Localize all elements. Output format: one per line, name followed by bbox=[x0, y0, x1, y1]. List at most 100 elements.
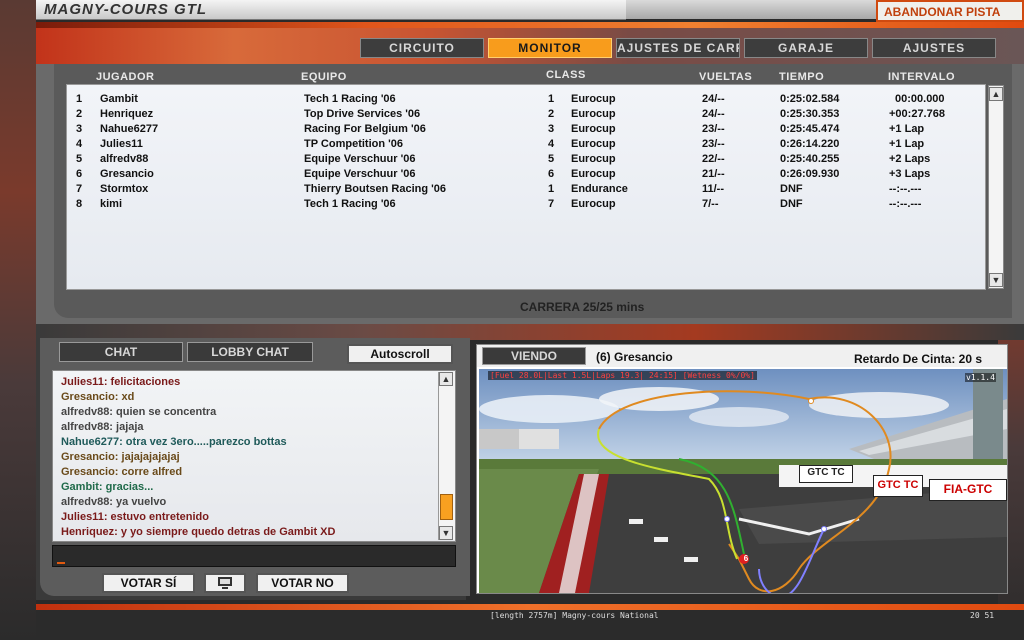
monitor-button[interactable] bbox=[204, 573, 246, 593]
column-header-tiempo: TIEMPO bbox=[779, 71, 825, 83]
chat-message: Gresancio: xd bbox=[61, 391, 135, 403]
tab-label: MONITOR bbox=[518, 41, 582, 55]
class-position: 2 bbox=[548, 108, 555, 120]
team-name: Thierry Boutsen Racing '06 bbox=[304, 183, 446, 195]
chat-message: alfredv88: quien se concentra bbox=[61, 406, 217, 418]
position: 5 bbox=[76, 153, 83, 165]
class-name: Endurance bbox=[571, 183, 628, 195]
laps: 23/-- bbox=[702, 123, 725, 135]
viewing-label: VIENDO bbox=[510, 349, 557, 363]
scroll-down-icon[interactable]: ▼ bbox=[439, 526, 453, 540]
interval: +2 Laps bbox=[889, 153, 931, 165]
tab-ajustes[interactable]: AJUSTES bbox=[872, 38, 996, 58]
race-time: 0:26:09.930 bbox=[780, 168, 840, 180]
chat-message: Gambit: gracias... bbox=[61, 481, 154, 493]
car-marker: 6 bbox=[743, 554, 749, 563]
table-row[interactable]: 4 Julies11 TP Competition '06 4 Eurocup … bbox=[67, 138, 985, 153]
table-row[interactable]: 8 kimi Tech 1 Racing '06 7 Eurocup 7/-- … bbox=[67, 198, 985, 213]
laps: 23/-- bbox=[702, 138, 725, 150]
position: 1 bbox=[76, 93, 83, 105]
tab-monitor[interactable]: MONITOR bbox=[488, 38, 612, 58]
tab-lobby-chat[interactable]: LOBBY CHAT bbox=[187, 342, 313, 362]
position: 3 bbox=[76, 123, 83, 135]
chat-message: Gresancio: jajajajajajaj bbox=[61, 451, 180, 463]
tab-label: AJUSTES bbox=[902, 41, 966, 55]
scroll-thumb[interactable] bbox=[440, 494, 453, 520]
table-row[interactable]: 6 Gresancio Equipe Verschuur '06 6 Euroc… bbox=[67, 168, 985, 183]
laps: 24/-- bbox=[702, 93, 725, 105]
chat-input[interactable] bbox=[52, 545, 456, 567]
class-name: Eurocup bbox=[571, 138, 616, 150]
viewing-button[interactable]: VIENDO bbox=[482, 347, 586, 365]
tab-label: AJUSTES DE CARRERA bbox=[617, 41, 739, 55]
class-position: 4 bbox=[548, 138, 555, 150]
chat-message: alfredv88: ya vuelvo bbox=[61, 496, 167, 508]
chat-scrollbar[interactable]: ▲ ▼ bbox=[438, 372, 455, 540]
table-row[interactable]: 3 Nahue6277 Racing For Belgium '06 3 Eur… bbox=[67, 123, 985, 138]
team-name: Tech 1 Racing '06 bbox=[304, 198, 396, 210]
class-position: 5 bbox=[548, 153, 555, 165]
scroll-down-icon[interactable]: ▼ bbox=[989, 273, 1003, 287]
tab-ajustes-de-carrera[interactable]: AJUSTES DE CARRERA bbox=[616, 38, 740, 58]
left-frame bbox=[0, 0, 36, 640]
scroll-up-icon[interactable]: ▲ bbox=[439, 372, 453, 386]
interval: --:--.--- bbox=[889, 183, 922, 195]
input-cursor bbox=[57, 562, 65, 564]
interval: 00:00.000 bbox=[895, 93, 945, 105]
interval: +3 Laps bbox=[889, 168, 931, 180]
interval: --:--.--- bbox=[889, 198, 922, 210]
team-name: TP Competition '06 bbox=[304, 138, 403, 150]
table-row[interactable]: 2 Henriquez Top Drive Services '06 2 Eur… bbox=[67, 108, 985, 123]
chat-log: Julies11: felicitaciones Gresancio: xd a… bbox=[52, 370, 456, 542]
position: 6 bbox=[76, 168, 83, 180]
autoscroll-label: Autoscroll bbox=[370, 347, 430, 361]
vote-no-button[interactable]: VOTAR NO bbox=[256, 573, 349, 593]
chat-message: Gresancio: corre alfred bbox=[61, 466, 183, 478]
class-name: Eurocup bbox=[571, 168, 616, 180]
vote-yes-button[interactable]: VOTAR SÍ bbox=[102, 573, 195, 593]
tab-label: GARAJE bbox=[777, 41, 834, 55]
track-info: [length 2757m] Magny-cours National bbox=[490, 611, 659, 620]
class-position: 3 bbox=[548, 123, 555, 135]
race-time: 0:25:30.353 bbox=[780, 108, 840, 120]
race-status: CARRERA 25/25 mins bbox=[520, 300, 645, 314]
laps: 11/-- bbox=[702, 183, 725, 195]
tab-chat-label: CHAT bbox=[104, 345, 138, 359]
class-position: 7 bbox=[548, 198, 555, 210]
race-time: DNF bbox=[780, 198, 803, 210]
player-name: Henriquez bbox=[100, 108, 154, 120]
laps: 21/-- bbox=[702, 168, 725, 180]
tab-label: CIRCUITO bbox=[389, 41, 455, 55]
autoscroll-toggle[interactable]: Autoscroll bbox=[347, 344, 453, 364]
version-label: v1.1.4 bbox=[965, 373, 996, 382]
chat-message: Nahue6277: otra vez 3ero.....parezco bot… bbox=[61, 436, 287, 448]
tab-chat[interactable]: CHAT bbox=[59, 342, 183, 362]
team-name: Racing For Belgium '06 bbox=[304, 123, 426, 135]
class-name: Eurocup bbox=[571, 123, 616, 135]
team-name: Top Drive Services '06 bbox=[304, 108, 421, 120]
scroll-up-icon[interactable]: ▲ bbox=[989, 87, 1003, 101]
table-row[interactable]: 7 Stormtox Thierry Boutsen Racing '06 1 … bbox=[67, 183, 985, 198]
telemetry-hud: [Fuel 28.0L|Last 1.5L|Laps 19.3| 24:15] … bbox=[488, 371, 757, 380]
player-name: kimi bbox=[100, 198, 123, 210]
results-scrollbar[interactable]: ▲ ▼ bbox=[988, 85, 1004, 289]
monitor-icon bbox=[218, 577, 232, 589]
player-name: Gresancio bbox=[100, 168, 154, 180]
race-time: 0:25:45.474 bbox=[780, 123, 840, 135]
title-bar: MAGNY-COURS GTL bbox=[36, 0, 626, 20]
class-position: 1 bbox=[548, 93, 555, 105]
tab-lobby-chat-label: LOBBY CHAT bbox=[211, 345, 289, 359]
abandon-track-button[interactable]: ABANDONAR PISTA bbox=[876, 0, 1024, 22]
table-row[interactable]: 1 Gambit Tech 1 Racing '06 1 Eurocup 24/… bbox=[67, 93, 985, 108]
column-header-equipo: EQUIPO bbox=[301, 71, 347, 83]
race-time: 0:25:02.584 bbox=[780, 93, 840, 105]
table-row[interactable]: 5 alfredv88 Equipe Verschuur '06 5 Euroc… bbox=[67, 153, 985, 168]
tab-circuito[interactable]: CIRCUITO bbox=[360, 38, 484, 58]
position: 4 bbox=[76, 138, 83, 150]
race-camera-view[interactable]: GTC TC GTC TC FIA-GTC 6 bbox=[479, 369, 1007, 593]
player-name: Stormtox bbox=[100, 183, 149, 195]
window-title: MAGNY-COURS GTL bbox=[44, 1, 208, 18]
team-name: Equipe Verschuur '06 bbox=[304, 168, 416, 180]
player-name: alfredv88 bbox=[100, 153, 149, 165]
tab-garaje[interactable]: GARAJE bbox=[744, 38, 868, 58]
